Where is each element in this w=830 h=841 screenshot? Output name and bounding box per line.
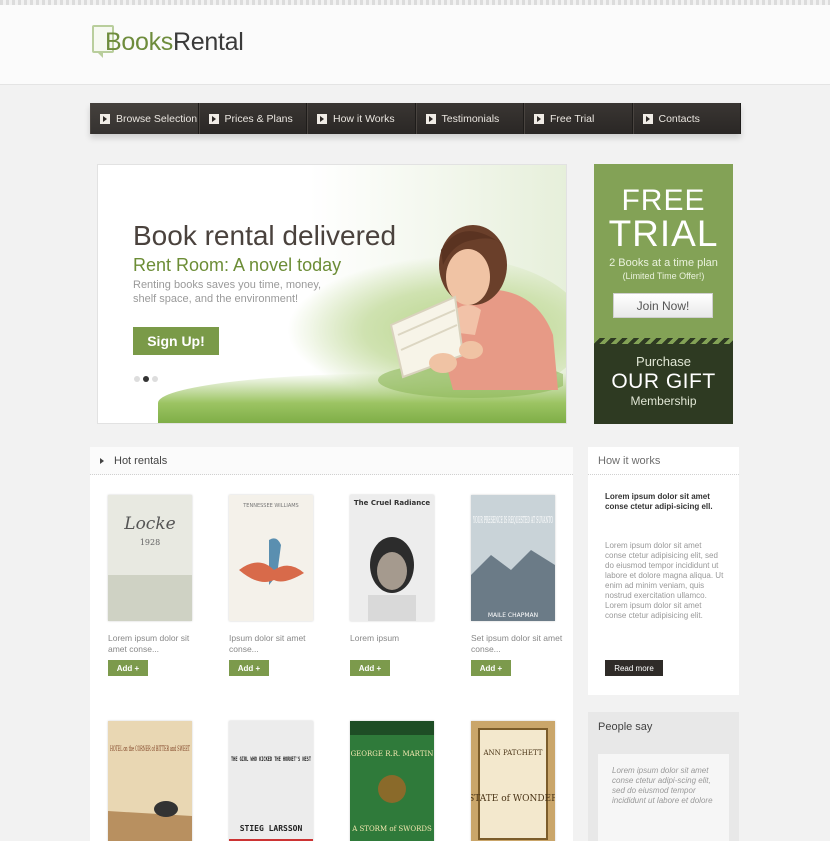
hot-rentals-header: Hot rentals [90,447,573,475]
how-it-works-lead: Lorem ipsum dolor sit amet conse ctetur … [605,492,713,511]
cover-author: STIEG LARSSON [240,824,303,833]
how-it-works-panel: How it works Lorem ipsum dolor sit amet … [588,447,739,695]
add-book-button[interactable]: Add + [229,660,269,676]
plus-icon: + [374,663,382,673]
add-book-button[interactable]: Add + [108,660,148,676]
hot-rentals-panel: Hot rentals Locke 1928 Lorem ipsum dolor… [90,447,573,841]
trial-plan-text: 2 Books at a time plan [609,257,718,269]
logo-text: BooksRental [105,28,244,57]
sign-up-button[interactable]: Sign Up! [133,327,219,355]
trial-offer-text: (Limited Time Offer!) [622,271,705,281]
book-cover-image[interactable]: The Cruel Radiance [350,495,434,621]
plus-icon: + [132,663,140,673]
slider-pagination [134,376,158,382]
nav-item-label: Contacts [658,112,700,125]
testimonial-box: Lorem ipsum dolor sit amet conse ctetur … [598,754,729,841]
slider-dot-2[interactable] [143,376,149,382]
plus-icon: + [253,663,261,673]
header: BooksRental [0,5,830,85]
play-icon [208,113,219,124]
book-cover-image[interactable]: Locke 1928 [108,495,192,621]
nav-item-contacts[interactable]: Contacts [632,103,741,134]
cover-author: ANN PATCHETT [483,749,543,757]
add-label: Add [479,663,496,673]
hero-text: Renting books saves you time, money, she… [133,279,322,305]
cover-title: GEORGE R.R. MARTIN [351,750,434,758]
nav-item-how-it-works[interactable]: How it Works [307,103,416,134]
hot-rentals-title: Hot rentals [114,454,168,467]
nav-item-label: Browse Selection [116,112,198,125]
hero-title: Book rental delivered [133,220,397,251]
testimonial-text: Lorem ipsum dolor sit amet conse ctetur … [612,766,713,805]
book-cover-image[interactable]: THE GIRL WHO KICKED THE HORNET'S NEST ST… [229,721,313,841]
logo-text-books: Books [105,28,173,56]
cover-author: MAILE CHAPMAN [488,612,538,619]
book-caption: Ipsum dolor sit amet conse... [229,633,306,654]
slider-dot-3[interactable] [152,376,158,382]
book-cover-image[interactable]: HOTEL on the CORNER of BITTER and SWEET [108,721,192,841]
gift-purchase-text: Purchase [636,354,691,369]
free-trial-banner[interactable]: FREE TRIAL 2 Books at a time plan (Limit… [594,164,733,338]
gift-membership-text: Membership [630,394,697,408]
hero-subtitle: Rent Room: A novel today [133,255,342,275]
book-caption: Lorem ipsum [350,633,400,643]
cover-title: STATE of WONDER [471,794,555,804]
nav-item-prices-plans[interactable]: Prices & Plans [198,103,307,134]
nav-item-browse-selection[interactable]: Browse Selection [90,103,199,134]
add-book-button[interactable]: Add + [471,660,511,676]
trial-trial-text: TRIAL [608,213,719,254]
people-say-title: People say [598,721,653,733]
cover-title: The Cruel Radiance [354,499,430,507]
play-icon [642,113,653,124]
how-it-works-text: Lorem ipsum dolor sit amet conse ctetur … [605,541,724,620]
cover-title: THE GIRL WHO KICKED THE HORNET'S NEST [231,756,311,763]
cover-title: TENNESSEE WILLIAMS [242,503,298,509]
nav-item-label: Free Trial [550,112,595,125]
book-cover-image[interactable]: ANN PATCHETT STATE of WONDER [471,721,555,841]
plus-icon: + [495,663,503,673]
cover-title: Locke [123,514,175,534]
nav-item-testimonials[interactable]: Testimonials [415,103,524,134]
slider-dot-1[interactable] [134,376,140,382]
add-label: Add [237,663,254,673]
book-caption: Set ipsum dolor sit amet conse... [471,633,563,654]
people-say-panel: People say Lorem ipsum dolor sit amet co… [588,712,739,841]
add-label: Add [358,663,375,673]
play-icon [425,113,436,124]
gift-membership-banner[interactable]: Purchase OUR GIFT Membership [594,338,733,424]
nav-item-label: Testimonials [441,112,500,125]
nav-item-free-trial[interactable]: Free Trial [524,103,633,134]
play-icon [317,113,327,124]
book-cover-image[interactable]: YOUR PRESENCE IS REQUESTED AT SUVANTO MA… [471,495,555,621]
book-cover-image[interactable]: GEORGE R.R. MARTIN A STORM of SWORDS [350,721,434,841]
play-icon [534,113,544,124]
cover-subtitle: A STORM of SWORDS [351,825,432,833]
hero-slider: Book rental delivered Rent Room: A novel… [97,164,567,424]
add-label: Add [116,663,133,673]
play-icon [100,113,110,124]
logo-text-rental: Rental [172,28,244,56]
cover-year: 1928 [140,538,160,547]
cover-title: YOUR PRESENCE IS REQUESTED AT SUVANTO [473,516,553,526]
add-book-button[interactable]: Add + [350,660,390,676]
main-nav: Browse Selection Prices & Plans How it W… [90,103,741,134]
join-now-button[interactable]: Join Now! [613,293,713,318]
nav-item-label: How it Works [333,112,395,125]
nav-item-label: Prices & Plans [224,112,293,125]
gift-title-text: OUR GIFT [611,370,716,393]
book-caption: Lorem ipsum dolor sit amet conse... [108,633,190,654]
read-more-button[interactable]: Read more [605,660,663,676]
arrow-right-icon [100,457,104,464]
book-cover-image[interactable]: TENNESSEE WILLIAMS [229,495,313,621]
cover-title: HOTEL on the CORNER of BITTER and SWEET [110,745,190,753]
how-it-works-title: How it works [588,447,739,475]
